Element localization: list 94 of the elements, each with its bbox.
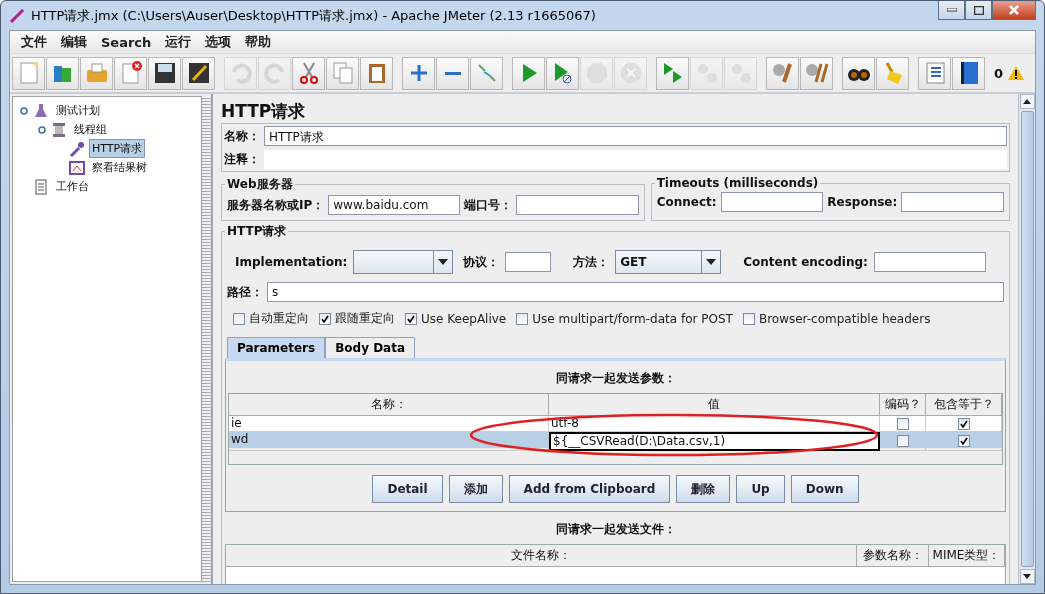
flask-icon [33, 102, 49, 119]
scroll-thumb[interactable] [1020, 111, 1034, 567]
method-dropdown[interactable]: GET [615, 250, 722, 274]
field-label: 名称： [224, 127, 260, 145]
table-caption: 同请求一起发送参数： [554, 370, 677, 387]
maximize-icon [973, 5, 984, 15]
field-label: 协议： [463, 253, 500, 271]
tree-item[interactable]: 线程组 [71, 120, 110, 139]
checkbox[interactable] [957, 435, 970, 447]
implementation-dropdown[interactable] [353, 250, 454, 274]
connect-field[interactable] [720, 192, 824, 212]
checkbox-label: Browser-compatible headers [758, 311, 931, 326]
action-button[interactable]: 删除 [676, 475, 731, 503]
field-label: 路径： [227, 283, 263, 301]
field-label: Implementation: [235, 255, 348, 269]
panel-title: HTTP请求 [221, 100, 307, 123]
field-label: Content encoding: [743, 255, 868, 269]
tree-item[interactable]: HTTP请求 [89, 139, 146, 158]
tab[interactable]: Parameters [227, 337, 326, 358]
caret-icon [706, 259, 717, 265]
minimize-icon [946, 8, 957, 12]
pipette-icon [69, 140, 85, 157]
toolbar-button[interactable] [182, 56, 215, 90]
minus-icon [444, 71, 461, 75]
checkbox[interactable] [405, 312, 417, 325]
action-button[interactable]: Down [790, 475, 859, 503]
checkbox[interactable] [319, 312, 331, 325]
checkbox[interactable] [742, 312, 755, 325]
field-label: 服务器名称或IP： [227, 196, 325, 214]
spool-icon [51, 121, 67, 138]
close-icon [1009, 5, 1019, 15]
menu-item[interactable]: 编辑 [54, 33, 94, 51]
checkbox-label: 自动重定向 [249, 310, 309, 327]
checkbox-label: Use multipart/form-data for POST [532, 311, 733, 326]
warning-icon [1007, 65, 1026, 81]
menu-item[interactable]: 选项 [198, 33, 239, 51]
toolbar-button[interactable] [842, 56, 875, 90]
caret-icon [438, 259, 449, 265]
feather-icon [9, 7, 25, 24]
toolbar-button[interactable] [148, 56, 181, 90]
cell-editor[interactable]: ${__CSVRead(D:\Data.csv,1) [549, 432, 880, 451]
check-icon [407, 314, 415, 323]
chart-window-icon [69, 159, 85, 176]
checkbox[interactable] [896, 417, 909, 430]
menu-item[interactable]: 文件 [14, 33, 54, 51]
menu-item[interactable]: Search [94, 34, 159, 50]
menu-item[interactable]: 帮助 [238, 33, 279, 51]
checkbox[interactable] [516, 312, 529, 325]
tree-item[interactable]: 测试计划 [53, 101, 103, 120]
scroll-down-icon [1023, 574, 1031, 579]
window-title: HTTP请求.jmx (C:\Users\Auser\Desktop\HTTP请求.jmx) - Apache JMeter (2.13 r1665067) [31, 6, 597, 25]
action-button[interactable]: Add from Clipboard [508, 475, 671, 503]
close-button[interactable] [992, 1, 1036, 20]
splitter[interactable] [202, 96, 211, 582]
table-caption: 同请求一起发送文件： [554, 521, 677, 538]
tree-item[interactable]: 工作台 [53, 177, 92, 196]
maximize-button[interactable] [965, 1, 992, 20]
checkbox[interactable] [957, 417, 970, 430]
tab[interactable]: Body Data [325, 337, 416, 358]
field-label: Response: [827, 195, 898, 209]
protocol-field[interactable] [505, 252, 552, 272]
tree-handle-icon[interactable] [19, 105, 29, 116]
group-title: Timeouts (milliseconds) [655, 176, 820, 190]
path-field[interactable]: s [267, 282, 1004, 302]
menu-item[interactable]: 运行 [158, 33, 199, 51]
toolbar-button[interactable] [952, 56, 985, 90]
action-button[interactable]: Up [736, 475, 785, 503]
group-title: Web服务器 [226, 176, 294, 193]
table-cell: wd [229, 432, 549, 451]
group-title: HTTP请求 [226, 223, 288, 240]
notepad-icon [33, 178, 49, 195]
checkbox[interactable] [896, 435, 909, 447]
scroll-up-icon [1023, 99, 1031, 104]
tree-handle-icon[interactable] [37, 124, 47, 135]
checkbox-label: 跟随重定向 [335, 310, 395, 327]
field-label: 方法： [573, 253, 610, 271]
server-field[interactable]: www.baidu.com [328, 195, 461, 215]
tree-item[interactable]: 察看结果树 [89, 158, 150, 177]
encoding-field[interactable] [873, 252, 986, 272]
scrollbar[interactable] [1018, 94, 1035, 584]
field-label: Connect: [656, 195, 717, 209]
field-label: 端口号： [464, 196, 513, 214]
name-field[interactable]: HTTP请求 [264, 126, 1007, 146]
warning-count: 0 [994, 65, 1004, 81]
port-field[interactable] [516, 195, 639, 215]
field-label: 注释： [224, 151, 260, 168]
checkbox-label: Use KeepAlive [421, 311, 507, 326]
minimize-button[interactable] [938, 1, 965, 20]
response-field[interactable] [901, 192, 1004, 212]
checkbox[interactable] [233, 312, 245, 325]
action-button[interactable]: 添加 [448, 475, 503, 503]
action-button[interactable]: Detail [372, 475, 443, 503]
check-icon [321, 314, 329, 323]
table-row[interactable]: wd ${__CSVRead(D:\Data.csv,1) [229, 432, 1002, 448]
